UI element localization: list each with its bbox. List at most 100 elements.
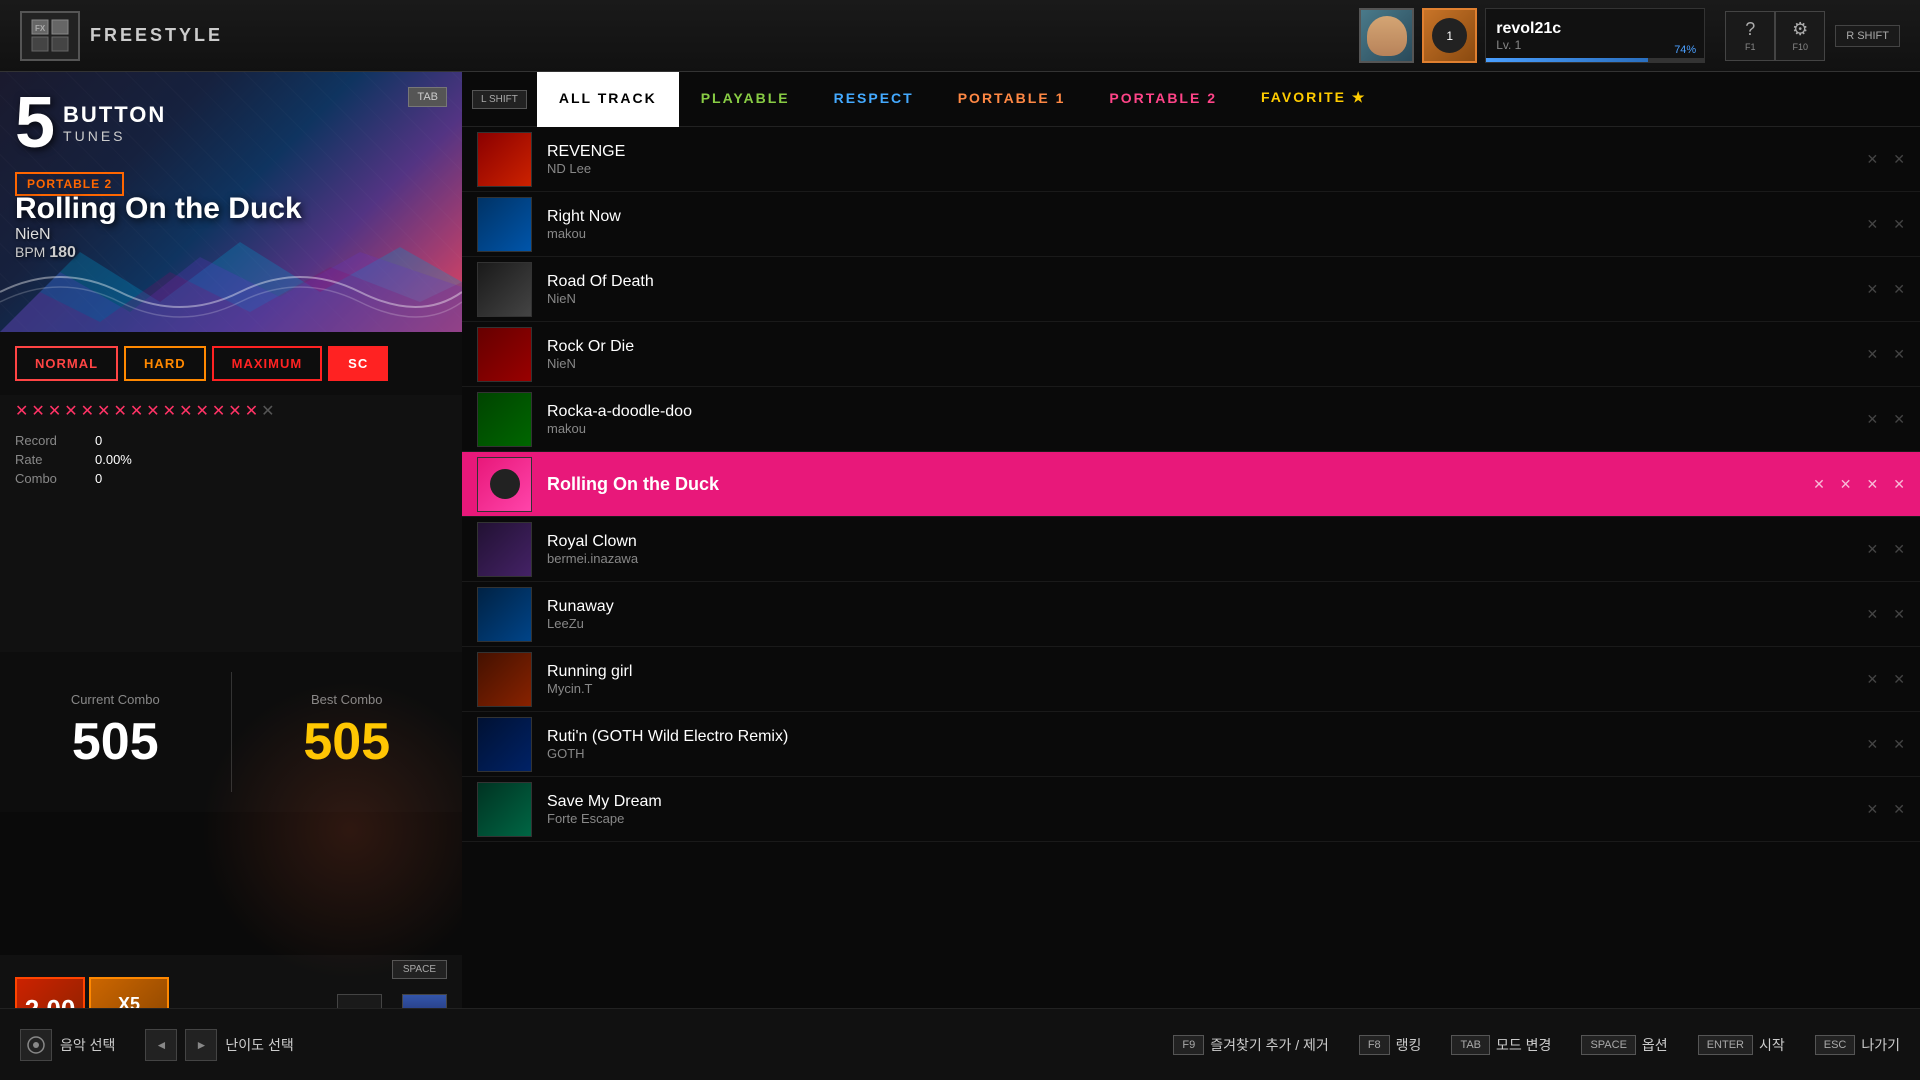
- track-x1-revenge[interactable]: ✕: [1867, 151, 1879, 168]
- star-3: ✕: [48, 401, 61, 421]
- song-artist: NieN: [15, 226, 302, 244]
- track-artist-rocka: makou: [547, 421, 1867, 436]
- tab-all-track[interactable]: ALL TRACK: [537, 72, 679, 127]
- diff-normal-btn[interactable]: NORMAL: [15, 346, 118, 381]
- music-select-label: 음악 선택: [60, 1035, 115, 1055]
- tab-badge-bottom[interactable]: TAB: [1451, 1035, 1490, 1055]
- diff-maximum-btn[interactable]: MAXIMUM: [212, 346, 323, 381]
- mode-change-label: 모드 변경: [1496, 1035, 1551, 1055]
- track-item-running[interactable]: Running girl Mycin.T ✕ ✕: [462, 647, 1920, 712]
- xp-percent: 74%: [1674, 44, 1696, 56]
- f1-button[interactable]: ? F1: [1725, 11, 1775, 61]
- best-combo-value: 505: [303, 712, 390, 772]
- track-item-rolling[interactable]: Rolling On the Duck ✕ ✕ ✕ ✕: [462, 452, 1920, 517]
- record-value: 0: [95, 433, 447, 448]
- track-item-royal[interactable]: Royal Clown bermei.inazawa ✕ ✕: [462, 517, 1920, 582]
- track-x2-rocka[interactable]: ✕: [1893, 411, 1905, 428]
- track-x2-rightnow[interactable]: ✕: [1893, 216, 1905, 233]
- star-12: ✕: [195, 401, 208, 421]
- track-x1-rocka[interactable]: ✕: [1867, 411, 1879, 428]
- track-item-rocka[interactable]: Rocka-a-doodle-doo makou ✕ ✕: [462, 387, 1920, 452]
- track-x2-revenge[interactable]: ✕: [1893, 151, 1905, 168]
- track-info-rightnow: Right Now makou: [547, 208, 1867, 241]
- tab-favorite[interactable]: FAVORITE ★: [1239, 72, 1388, 127]
- exit-label: 나가기: [1861, 1035, 1900, 1055]
- track-x2-roadofdeath[interactable]: ✕: [1893, 281, 1905, 298]
- track-x2-rockordie[interactable]: ✕: [1893, 346, 1905, 363]
- track-actions-rocka: ✕ ✕: [1867, 411, 1905, 428]
- star-11: ✕: [179, 401, 192, 421]
- track-x2-running[interactable]: ✕: [1893, 671, 1905, 688]
- f10-button[interactable]: ⚙ F10: [1775, 11, 1825, 61]
- track-actions-rockordie: ✕ ✕: [1867, 346, 1905, 363]
- track-name-running: Running girl: [547, 663, 1867, 681]
- star-6: ✕: [97, 401, 110, 421]
- button-badge: 5 BUTTON TUNES: [15, 87, 166, 159]
- combo-area: Current Combo 505 Best Combo 505: [0, 652, 462, 812]
- track-x1-save[interactable]: ✕: [1867, 801, 1879, 818]
- track-actions-runaway: ✕ ✕: [1867, 606, 1905, 623]
- enter-badge[interactable]: ENTER: [1698, 1035, 1753, 1055]
- difficulty-icon-right: ►: [185, 1029, 217, 1061]
- track-x1-rightnow[interactable]: ✕: [1867, 216, 1879, 233]
- track-name-rolling: Rolling On the Duck: [547, 474, 1813, 495]
- track-item-save[interactable]: Save My Dream Forte Escape ✕ ✕: [462, 777, 1920, 842]
- rate-value: 0.00%: [95, 452, 447, 467]
- track-x2-save[interactable]: ✕: [1893, 801, 1905, 818]
- track-x1-runaway[interactable]: ✕: [1867, 606, 1879, 623]
- track-thumb-running: [477, 652, 532, 707]
- diff-sc-btn[interactable]: SC: [328, 346, 388, 381]
- track-actions-revenge: ✕ ✕: [1867, 151, 1905, 168]
- esc-badge[interactable]: ESC: [1815, 1035, 1856, 1055]
- track-item-runaway[interactable]: Runaway LeeZu ✕ ✕: [462, 582, 1920, 647]
- space-badge[interactable]: SPACE: [1581, 1035, 1635, 1055]
- current-combo-value: 505: [72, 712, 159, 772]
- tab-portable2[interactable]: PORTABLE 2: [1087, 72, 1239, 127]
- current-combo-label: Current Combo: [71, 692, 160, 707]
- track-x3-rolling[interactable]: ✕: [1867, 476, 1879, 493]
- track-x1-ruti[interactable]: ✕: [1867, 736, 1879, 753]
- tab-playable[interactable]: PLAYABLE: [679, 72, 812, 127]
- combo-label: Combo: [15, 471, 95, 486]
- track-item-ruti[interactable]: Ruti'n (GOTH Wild Electro Remix) GOTH ✕ …: [462, 712, 1920, 777]
- track-x1-roadofdeath[interactable]: ✕: [1867, 281, 1879, 298]
- star-8: ✕: [130, 401, 143, 421]
- track-x1-royal[interactable]: ✕: [1867, 541, 1879, 558]
- track-name-revenge: REVENGE: [547, 143, 1867, 161]
- track-x1-rockordie[interactable]: ✕: [1867, 346, 1879, 363]
- lshift-btn[interactable]: L SHIFT: [472, 90, 527, 109]
- track-artist-revenge: ND Lee: [547, 161, 1867, 176]
- track-x2-ruti[interactable]: ✕: [1893, 736, 1905, 753]
- favorites-nav: F9 즐겨찾기 추가 / 제거: [1173, 1035, 1328, 1055]
- song-title: Rolling On the Duck: [15, 192, 302, 226]
- track-x2-royal[interactable]: ✕: [1893, 541, 1905, 558]
- exit-nav: ESC 나가기: [1815, 1035, 1900, 1055]
- track-x2-rolling[interactable]: ✕: [1840, 476, 1852, 493]
- rshift-btn[interactable]: R SHIFT: [1835, 25, 1900, 47]
- track-x2-runaway[interactable]: ✕: [1893, 606, 1905, 623]
- stats-area: Record 0 Rate 0.00% Combo 0: [0, 427, 462, 492]
- f9-badge[interactable]: F9: [1173, 1035, 1204, 1055]
- track-x1-rolling[interactable]: ✕: [1813, 476, 1825, 493]
- track-item-rockordie[interactable]: Rock Or Die NieN ✕ ✕: [462, 322, 1920, 387]
- track-item-revenge[interactable]: REVENGE ND Lee ✕ ✕: [462, 127, 1920, 192]
- logo: FX: [20, 11, 80, 61]
- rating-stars: ✕ ✕ ✕ ✕ ✕ ✕ ✕ ✕ ✕ ✕ ✕ ✕ ✕ ✕ ✕ ✕: [0, 395, 462, 427]
- track-info-royal: Royal Clown bermei.inazawa: [547, 533, 1867, 566]
- track-item-roadofdeath[interactable]: Road Of Death NieN ✕ ✕: [462, 257, 1920, 322]
- track-x1-running[interactable]: ✕: [1867, 671, 1879, 688]
- diff-hard-btn[interactable]: HARD: [124, 346, 206, 381]
- track-artist-runaway: LeeZu: [547, 616, 1867, 631]
- track-info-running: Running girl Mycin.T: [547, 663, 1867, 696]
- tab-portable1[interactable]: PORTABLE 1: [936, 72, 1088, 127]
- star-9: ✕: [146, 401, 159, 421]
- start-label: 시작: [1759, 1035, 1785, 1055]
- track-actions-ruti: ✕ ✕: [1867, 736, 1905, 753]
- f8-badge[interactable]: F8: [1359, 1035, 1390, 1055]
- tab-respect[interactable]: RESPECT: [812, 72, 936, 127]
- current-combo-section: Current Combo 505: [0, 652, 231, 812]
- space-btn[interactable]: SPACE: [392, 960, 447, 979]
- track-x4-rolling[interactable]: ✕: [1893, 476, 1905, 493]
- difficulty-area: NORMAL HARD MAXIMUM SC: [0, 332, 462, 395]
- track-item-rightnow[interactable]: Right Now makou ✕ ✕: [462, 192, 1920, 257]
